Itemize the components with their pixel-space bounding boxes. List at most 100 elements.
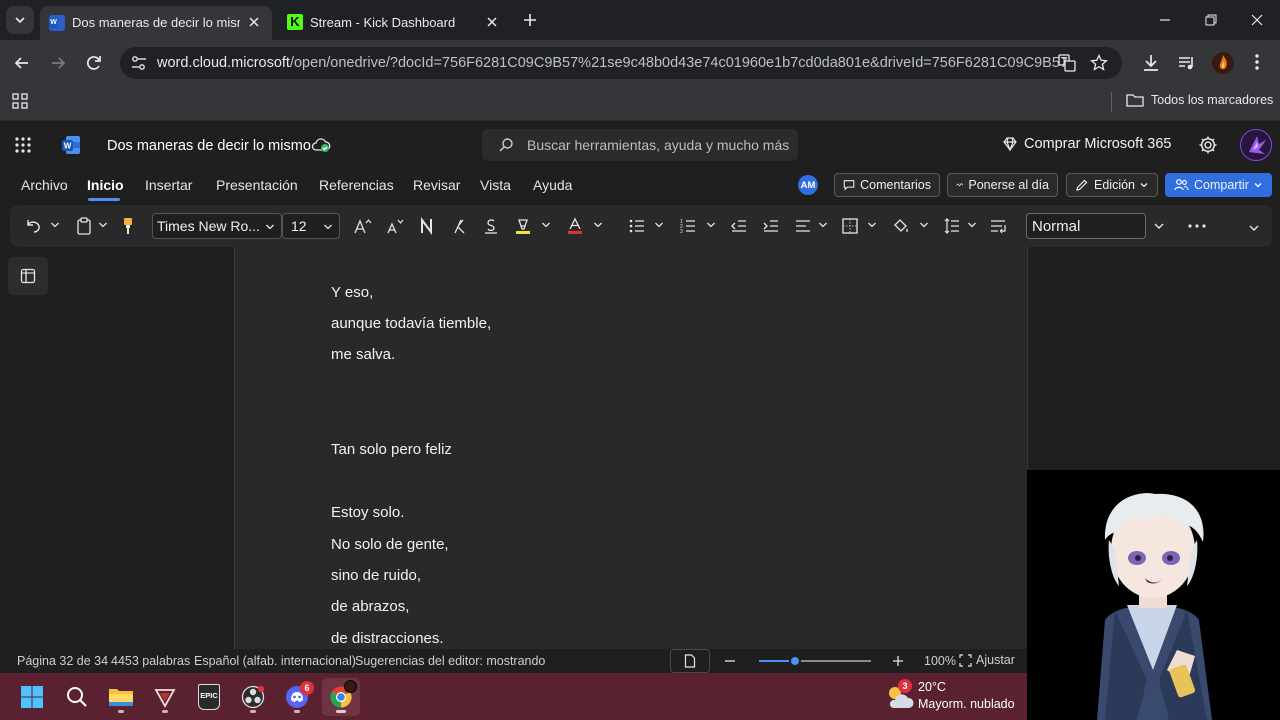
minimize-button[interactable] xyxy=(1142,0,1188,40)
decrease-indent-button[interactable] xyxy=(728,214,750,238)
language-status[interactable]: Español (alfab. internacional) xyxy=(194,654,356,668)
document-title[interactable]: Dos maneras de decir lo mismo xyxy=(107,138,311,154)
underline-button[interactable] xyxy=(480,214,502,238)
profile-avatar[interactable] xyxy=(1212,52,1234,74)
line-spacing-button[interactable] xyxy=(941,214,963,238)
taskbar-search-button[interactable] xyxy=(58,678,96,716)
shrink-font-button[interactable] xyxy=(384,214,406,238)
plus-icon xyxy=(893,656,903,666)
editor-suggestions[interactable]: Sugerencias del editor: mostrando xyxy=(355,654,545,668)
obs-button[interactable] xyxy=(234,678,272,716)
account-avatar[interactable] xyxy=(1240,129,1272,161)
tab-search-button[interactable] xyxy=(6,6,34,34)
chevron-down-icon[interactable] xyxy=(919,220,929,230)
address-bar[interactable]: word.cloud.microsoft/open/onedrive/?docI… xyxy=(120,47,1122,79)
chevron-down-icon[interactable] xyxy=(593,220,603,230)
chevron-down-icon[interactable] xyxy=(50,220,60,230)
numbering-button[interactable]: 123 xyxy=(677,214,699,238)
settings-button[interactable] xyxy=(1198,135,1218,155)
navigation-pane-button[interactable] xyxy=(8,257,48,295)
chevron-down-icon[interactable] xyxy=(967,220,977,230)
buy-microsoft365-button[interactable]: Comprar Microsoft 365 xyxy=(1002,136,1171,152)
ribbon-collapse-button[interactable] xyxy=(1244,216,1264,240)
close-window-button[interactable] xyxy=(1234,0,1280,40)
shading-button[interactable] xyxy=(890,214,912,238)
chevron-down-icon[interactable] xyxy=(818,220,828,230)
view-mode-button[interactable] xyxy=(670,649,710,673)
fit-button[interactable]: Ajustar xyxy=(959,653,1015,667)
forward-button[interactable] xyxy=(48,53,68,73)
discord-button[interactable]: 6 xyxy=(278,678,316,716)
word-count[interactable]: 4453 palabras xyxy=(111,654,190,668)
tab-insertar[interactable]: Insertar xyxy=(145,177,192,193)
undo-button[interactable] xyxy=(22,214,44,238)
bold-button[interactable] xyxy=(416,214,438,238)
style-gallery-toggle[interactable] xyxy=(1148,214,1170,238)
chevron-down-icon[interactable] xyxy=(706,220,716,230)
start-button[interactable] xyxy=(13,678,51,716)
font-size-dropdown[interactable]: 12 xyxy=(282,213,340,239)
chevron-down-icon[interactable] xyxy=(541,220,551,230)
highlight-button[interactable] xyxy=(512,214,534,238)
restore-button[interactable] xyxy=(1188,0,1234,40)
cloud-saved-icon[interactable] xyxy=(311,137,331,153)
reload-button[interactable] xyxy=(84,53,104,73)
zoom-slider-thumb[interactable] xyxy=(788,655,801,667)
search-box[interactable]: Buscar herramientas, ayuda y mucho más (… xyxy=(482,129,798,161)
browser-tab-word[interactable]: W Dos maneras de decir lo mismo xyxy=(40,6,272,40)
collaborator-avatar[interactable]: AM xyxy=(798,175,818,195)
downloads-button[interactable] xyxy=(1141,53,1161,73)
chevron-down-icon xyxy=(1254,183,1262,188)
apps-button[interactable] xyxy=(12,93,28,109)
comments-button[interactable]: Comentarios xyxy=(834,173,940,197)
more-options-button[interactable] xyxy=(1186,214,1208,238)
game-app-button[interactable] xyxy=(146,678,184,716)
editing-mode-button[interactable]: Edición xyxy=(1066,173,1158,197)
tab-ayuda[interactable]: Ayuda xyxy=(533,177,572,193)
tab-revisar[interactable]: Revisar xyxy=(413,177,460,193)
zoom-in-button[interactable] xyxy=(892,655,904,667)
style-dropdown[interactable]: Normal xyxy=(1026,213,1146,239)
translate-icon[interactable] xyxy=(1058,54,1076,72)
catch-up-button[interactable]: Ponerse al día xyxy=(947,173,1058,197)
file-explorer-button[interactable] xyxy=(102,678,140,716)
epic-games-button[interactable]: EPIC xyxy=(190,678,228,716)
chevron-down-icon[interactable] xyxy=(867,220,877,230)
tab-archivo[interactable]: Archivo xyxy=(21,177,68,193)
grow-font-button[interactable] xyxy=(352,214,374,238)
format-painter-button[interactable] xyxy=(118,214,138,238)
close-icon[interactable] xyxy=(484,14,500,30)
app-launcher-button[interactable] xyxy=(14,136,32,154)
media-control-button[interactable] xyxy=(1177,53,1197,73)
borders-button[interactable] xyxy=(839,214,861,238)
bookmark-star-icon[interactable] xyxy=(1090,54,1108,72)
paragraph-options-button[interactable] xyxy=(987,214,1009,238)
zoom-slider[interactable] xyxy=(759,655,871,667)
browser-menu-button[interactable] xyxy=(1254,52,1260,72)
site-settings-icon[interactable] xyxy=(130,55,148,71)
font-color-button[interactable] xyxy=(564,214,586,238)
increase-indent-button[interactable] xyxy=(760,214,782,238)
weather-widget[interactable]: 3 20°C Mayorm. nublado xyxy=(885,678,1025,716)
chrome-button[interactable] xyxy=(322,678,360,716)
page-count[interactable]: Página 32 de 34 xyxy=(17,654,108,668)
share-button[interactable]: Compartir xyxy=(1165,173,1272,197)
tab-inicio[interactable]: Inicio xyxy=(87,177,124,193)
paste-button[interactable] xyxy=(74,214,94,238)
zoom-out-button[interactable] xyxy=(724,655,736,667)
new-tab-button[interactable] xyxy=(520,10,540,30)
all-bookmarks-folder[interactable]: Todos los marcadores xyxy=(1126,92,1273,108)
back-button[interactable] xyxy=(12,53,32,73)
tab-referencias[interactable]: Referencias xyxy=(319,177,394,193)
tab-presentacion[interactable]: Presentación xyxy=(216,177,298,193)
tab-vista[interactable]: Vista xyxy=(480,177,511,193)
chevron-down-icon[interactable] xyxy=(654,220,664,230)
bullets-button[interactable] xyxy=(626,214,648,238)
close-icon[interactable] xyxy=(246,14,262,30)
browser-tab-kick[interactable]: K Stream - Kick Dashboard xyxy=(278,6,514,40)
font-name-dropdown[interactable]: Times New Ro... xyxy=(152,213,282,239)
italic-button[interactable] xyxy=(448,214,470,238)
chevron-down-icon[interactable] xyxy=(98,220,108,230)
align-button[interactable] xyxy=(792,214,814,238)
zoom-level[interactable]: 100% xyxy=(924,654,956,668)
